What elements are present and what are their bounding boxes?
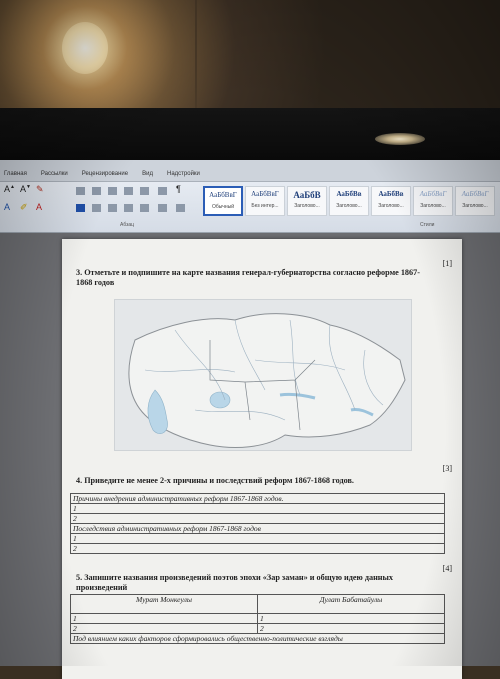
- q5-cell-2b[interactable]: 2: [257, 623, 445, 634]
- paragraph-group-label: Абзац: [120, 222, 135, 228]
- q3-mark: [1]: [442, 259, 452, 268]
- q5-cell-2a[interactable]: 2: [70, 623, 258, 634]
- screen-reflection: [375, 133, 425, 145]
- tab-mailings[interactable]: Рассылки: [41, 171, 68, 177]
- map-drawing: [115, 300, 411, 450]
- q5-table: Мурат Монкеулы Дулат Бабатайулы 1 1 2 2 …: [70, 594, 445, 644]
- style-no-spacing[interactable]: АаБбВвГ Без интер...: [245, 186, 285, 216]
- grow-font-icon[interactable]: A▲: [4, 184, 15, 194]
- wall-corner: [195, 0, 197, 110]
- borders-icon[interactable]: [176, 204, 185, 212]
- q5-footer-row: Под влиянием каких факторов сформировали…: [70, 633, 445, 644]
- q5-mark: [4]: [442, 564, 452, 573]
- q4-effect-2[interactable]: 2: [70, 543, 445, 554]
- text-effects-icon[interactable]: A: [4, 202, 10, 212]
- q5-question: 5. Запишите названия произведений поэтов…: [76, 573, 393, 592]
- q4-cause-2[interactable]: 2: [70, 513, 445, 524]
- style-heading-5[interactable]: АаБбВвГ Заголово...: [455, 186, 495, 216]
- q4-causes-header: Причины внедрения административных рефор…: [70, 493, 445, 504]
- line-spacing-icon[interactable]: [140, 204, 149, 212]
- highlight-icon[interactable]: ✐: [20, 202, 28, 213]
- increase-indent-icon[interactable]: [140, 187, 149, 195]
- clear-format-icon[interactable]: ✎: [36, 184, 44, 195]
- shrink-font-icon[interactable]: A▼: [20, 184, 31, 194]
- q5-cell-1b[interactable]: 1: [257, 613, 445, 624]
- room-wall: [0, 0, 500, 120]
- sort-icon[interactable]: [158, 187, 167, 195]
- q5-header-monkeuly: Мурат Монкеулы: [70, 594, 258, 614]
- ribbon-tabs: Главная Рассылки Рецензирование Вид Надс…: [0, 160, 500, 182]
- tab-review[interactable]: Рецензирование: [82, 171, 128, 177]
- font-color-icon[interactable]: A: [36, 202, 42, 212]
- q3-question: 3. Отметьте и подпишите на карте названи…: [76, 268, 420, 287]
- q4-cause-1[interactable]: 1: [70, 503, 445, 514]
- wall-lamp: [62, 22, 108, 74]
- bullets-icon[interactable]: [76, 187, 85, 195]
- q4-table: Причины внедрения административных рефор…: [70, 493, 445, 554]
- styles-group-label: Стили: [420, 222, 435, 228]
- ribbon: A▲ A▼ ✎ A ✐ A ¶ Абзац АаБбВвГ Обычный Аа…: [0, 182, 500, 233]
- style-heading-1[interactable]: АаБбВ Заголово...: [287, 186, 327, 216]
- align-left-icon[interactable]: [76, 204, 85, 212]
- tab-addins[interactable]: Надстройки: [167, 171, 200, 177]
- styles-gallery: АаБбВвГ Обычный АаБбВвГ Без интер... АаБ…: [203, 186, 498, 218]
- style-heading-2[interactable]: АаБбВв Заголово...: [329, 186, 369, 216]
- q4-effect-1[interactable]: 1: [70, 533, 445, 544]
- style-heading-4[interactable]: АаБбВвГ Заголово...: [413, 186, 453, 216]
- numbering-icon[interactable]: [92, 187, 101, 195]
- monitor-screen: Главная Рассылки Рецензирование Вид Надс…: [0, 160, 500, 679]
- align-right-icon[interactable]: [108, 204, 117, 212]
- style-normal[interactable]: АаБбВвГ Обычный: [203, 186, 243, 216]
- decrease-indent-icon[interactable]: [124, 187, 133, 195]
- tab-view[interactable]: Вид: [142, 171, 153, 177]
- kazakhstan-map: [114, 299, 412, 451]
- q4-mark: [3]: [442, 464, 452, 473]
- q4-effects-header: Последствия административных реформ 1867…: [70, 523, 445, 534]
- align-center-icon[interactable]: [92, 204, 101, 212]
- monitor-bezel: [0, 108, 500, 160]
- document-page[interactable]: [1] 3. Отметьте и подпишите на карте наз…: [62, 239, 462, 679]
- justify-icon[interactable]: [124, 204, 133, 212]
- show-marks-icon[interactable]: ¶: [176, 184, 181, 194]
- multilevel-list-icon[interactable]: [108, 187, 117, 195]
- q5-cell-1a[interactable]: 1: [70, 613, 258, 624]
- style-heading-3[interactable]: АаБбВв Заголово...: [371, 186, 411, 216]
- q4-question: 4. Приведите не менее 2-х причины и посл…: [76, 476, 354, 485]
- q5-header-babatayuly: Дулат Бабатайулы: [257, 594, 445, 614]
- tab-home[interactable]: Главная: [4, 171, 27, 177]
- shading-icon[interactable]: [158, 204, 167, 212]
